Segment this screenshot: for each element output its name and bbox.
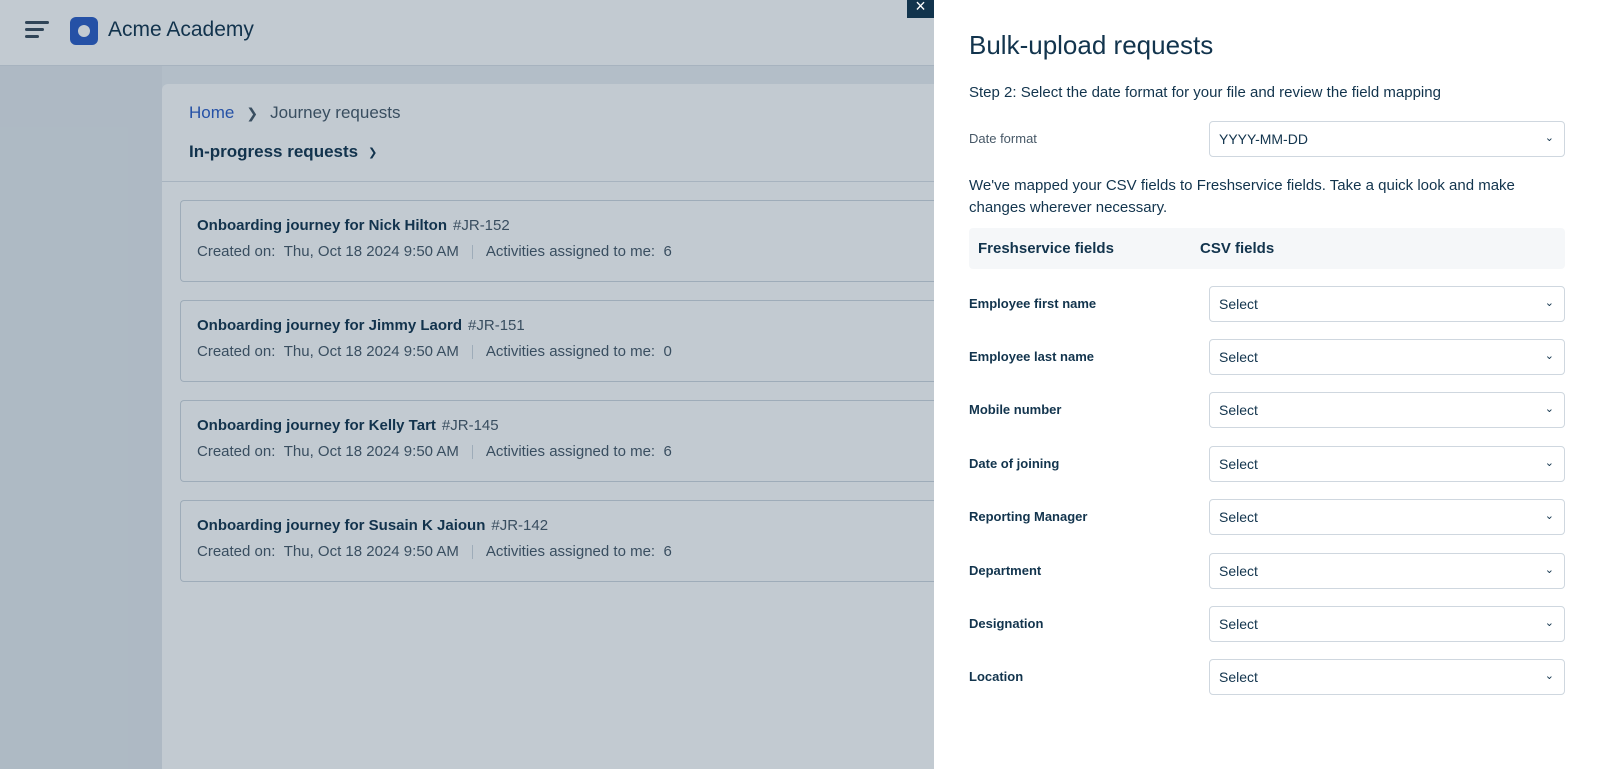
- mapping-table-header: Freshservice fields CSV fields: [969, 228, 1565, 269]
- field-select-employee-last-name[interactable]: Select ⌄: [1209, 339, 1565, 375]
- column-header-csv: CSV fields: [1200, 240, 1275, 257]
- bulk-upload-drawer: Bulk-upload requests Step 2: Select the …: [934, 0, 1600, 769]
- select-value: Select: [1219, 616, 1258, 632]
- field-select-mobile-number[interactable]: Select ⌄: [1209, 392, 1565, 428]
- field-label-department: Department: [969, 563, 1042, 578]
- select-value: Select: [1219, 669, 1258, 685]
- chevron-down-icon: ⌄: [1544, 510, 1554, 522]
- date-format-label: Date format: [969, 131, 1037, 146]
- field-select-employee-first-name[interactable]: Select ⌄: [1209, 286, 1565, 322]
- field-label-designation: Designation: [969, 616, 1044, 631]
- field-select-department[interactable]: Select ⌄: [1209, 553, 1565, 589]
- select-value: Select: [1219, 402, 1258, 418]
- column-header-freshservice: Freshservice fields: [978, 240, 1114, 257]
- field-select-location[interactable]: Select ⌄: [1209, 659, 1565, 695]
- chevron-down-icon: ⌄: [1544, 564, 1554, 576]
- field-label-reporting-manager: Reporting Manager: [969, 509, 1088, 524]
- field-label-employee-first-name: Employee first name: [969, 296, 1097, 311]
- modal-overlay[interactable]: [0, 0, 934, 769]
- field-label-location: Location: [969, 669, 1024, 684]
- chevron-down-icon: ⌄: [1544, 670, 1554, 682]
- field-select-reporting-manager[interactable]: Select ⌄: [1209, 499, 1565, 535]
- chevron-down-icon: ⌄: [1544, 403, 1554, 415]
- close-icon[interactable]: ×: [907, 0, 934, 18]
- field-select-date-of-joining[interactable]: Select ⌄: [1209, 446, 1565, 482]
- select-value: Select: [1219, 296, 1258, 312]
- chevron-down-icon: ⌄: [1544, 457, 1554, 469]
- field-label-mobile-number: Mobile number: [969, 402, 1062, 417]
- step-instructions: Step 2: Select the date format for your …: [969, 84, 1441, 101]
- chevron-down-icon: ⌄: [1544, 617, 1554, 629]
- chevron-down-icon: ⌄: [1544, 350, 1554, 362]
- field-select-designation[interactable]: Select ⌄: [1209, 606, 1565, 642]
- drawer-title: Bulk-upload requests: [969, 30, 1214, 60]
- select-value: Select: [1219, 563, 1258, 579]
- mapping-note: We've mapped your CSV fields to Freshser…: [969, 177, 1515, 216]
- date-format-value: YYYY-MM-DD: [1219, 131, 1308, 147]
- field-label-date-of-joining: Date of joining: [969, 456, 1060, 471]
- chevron-down-icon: ⌄: [1544, 297, 1554, 309]
- field-label-employee-last-name: Employee last name: [969, 349, 1094, 364]
- chevron-down-icon: ⌄: [1544, 132, 1554, 144]
- select-value: Select: [1219, 509, 1258, 525]
- select-value: Select: [1219, 349, 1258, 365]
- select-value: Select: [1219, 456, 1258, 472]
- date-format-select[interactable]: YYYY-MM-DD ⌄: [1209, 121, 1565, 157]
